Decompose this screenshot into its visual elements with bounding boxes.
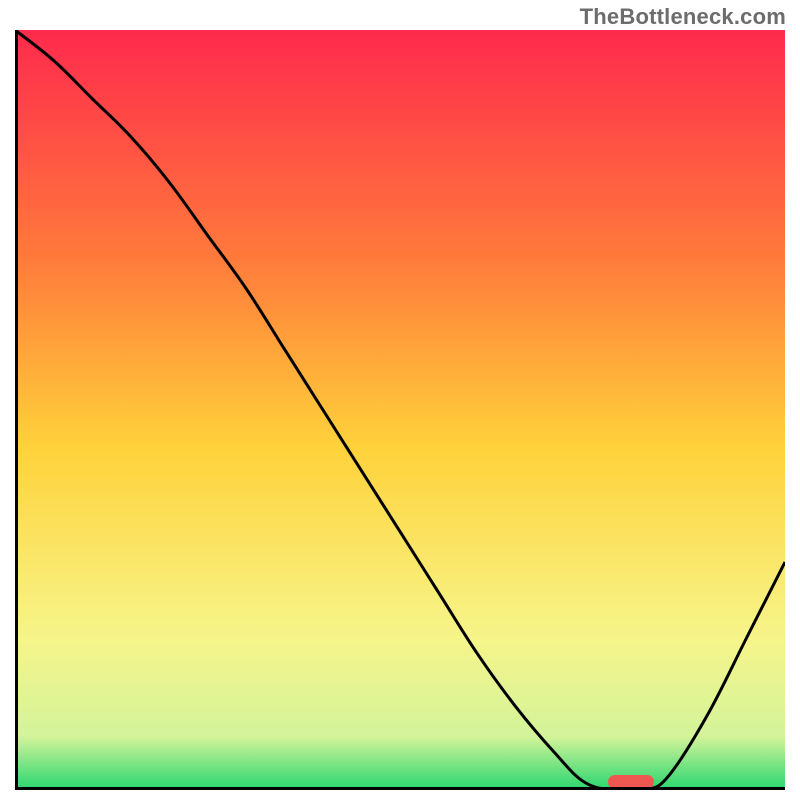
y-axis (15, 30, 18, 790)
attribution-label: TheBottleneck.com (580, 4, 786, 30)
chart-container: TheBottleneck.com (0, 0, 800, 800)
plot-area (15, 30, 785, 790)
x-axis (15, 787, 785, 790)
chart-svg (15, 30, 785, 790)
gradient-background (15, 30, 785, 790)
